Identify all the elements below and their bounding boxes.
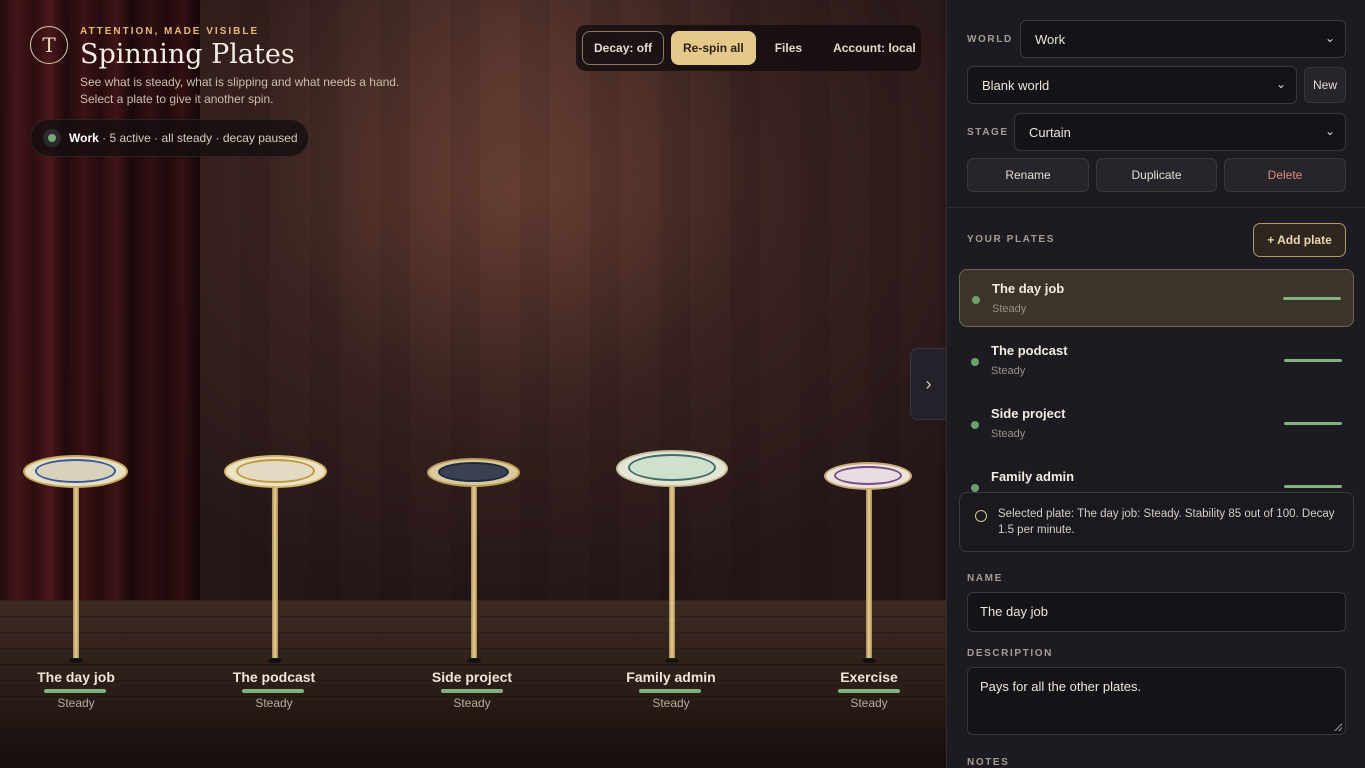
delete-button[interactable]: Delete [1224, 158, 1346, 192]
stage-plate-status: Steady [57, 696, 95, 710]
plate-list-item-day-job[interactable]: The day job Steady [959, 269, 1354, 327]
files-button[interactable]: Files [763, 31, 814, 65]
info-ring-icon [975, 510, 987, 522]
name-label: NAME [967, 573, 1003, 584]
plate-list-status: Steady [992, 303, 1027, 315]
side-panel: WORLD Work ⌄ Blank world ⌄ New STAGE Cur… [946, 0, 1365, 768]
stage-plate-label: Side project [431, 669, 513, 685]
plate-inner [438, 462, 509, 482]
plate-stick-base [268, 658, 282, 663]
decay-toggle-button[interactable]: Decay: off [582, 31, 665, 65]
status-dot-icon [971, 358, 979, 366]
stage-toolbar: Decay: off Re-spin all Files Account: lo… [576, 25, 921, 71]
brand-kicker: ATTENTION, MADE VISIBLE [80, 26, 260, 37]
selected-plate-info: Selected plate: The day job: Steady. Sta… [959, 492, 1354, 552]
tagline-line-1: See what is steady, what is slipping and… [80, 75, 400, 89]
stage-plate-label: Family admin [626, 669, 716, 685]
plate-stick-base [467, 658, 481, 663]
account-button[interactable]: Account: local [821, 31, 928, 65]
chevron-down-icon: ⌄ [1324, 31, 1335, 45]
plate-inner [628, 454, 716, 481]
stage-plate-stability-bar [242, 689, 304, 693]
template-select-value: Blank world [982, 77, 1050, 93]
chevron-down-icon: ⌄ [1324, 124, 1335, 138]
plate-description-textarea[interactable]: Pays for all the other plates. [967, 667, 1346, 735]
chevron-down-icon: ⌄ [1275, 77, 1286, 91]
world-status-pill: Work · 5 active · all steady · decay pau… [30, 119, 309, 157]
plate-list-item-podcast[interactable]: The podcast Steady [959, 332, 1354, 390]
status-dot-icon [971, 484, 979, 492]
plate-stick [669, 486, 675, 660]
plate-inner [35, 459, 116, 483]
plate-list-status: Steady [991, 365, 1026, 377]
stage-plate-stability-bar [441, 689, 503, 693]
status-dot-icon [971, 421, 979, 429]
stage-plate-status: Steady [453, 696, 491, 710]
plate-list-name: Side project [991, 406, 1066, 421]
plate-inner [834, 466, 902, 485]
status-dot-icon [43, 129, 61, 147]
stage-plate-label: Exercise [840, 669, 898, 685]
plate-list-stability-bar [1284, 485, 1342, 488]
status-world: Work [69, 131, 99, 145]
respin-all-button[interactable]: Re-spin all [671, 31, 756, 65]
plate-list-name: The day job [992, 281, 1065, 296]
plate-stick [73, 487, 79, 660]
app-title: Spinning Plates [80, 39, 295, 70]
brand: T ATTENTION, MADE VISIBLE Spinning Plate… [30, 26, 295, 70]
world-label: WORLD [967, 34, 1013, 45]
stage-plate-stability-bar [838, 689, 900, 693]
rename-button[interactable]: Rename [967, 158, 1089, 192]
template-select[interactable]: Blank world ⌄ [967, 66, 1297, 104]
plate-stick-base [862, 658, 876, 663]
chevron-right-icon: › [925, 373, 932, 394]
tagline-line-2: Select a plate to give it another spin. [80, 92, 274, 106]
plate-name-input[interactable]: The day job [967, 592, 1346, 632]
plate-stick [272, 487, 278, 660]
plate-stick [471, 486, 477, 660]
stage-plate-label: The day job [37, 669, 115, 685]
status-summary: · 5 active · all steady · decay paused [98, 131, 298, 145]
duplicate-button[interactable]: Duplicate [1096, 158, 1217, 192]
stage-plate-status: Steady [850, 696, 888, 710]
world-select-value: Work [1035, 31, 1066, 47]
stage-plate-label: The podcast [232, 669, 316, 685]
your-plates-label: YOUR PLATES [967, 234, 1055, 245]
tagline: See what is steady, what is slipping and… [80, 74, 440, 108]
plate-stick [866, 489, 872, 660]
plate-list-stability-bar [1284, 422, 1342, 425]
plate-list-stability-bar [1284, 359, 1342, 362]
plate-list-name: Family admin [991, 469, 1075, 484]
status-text: Work · 5 active · all steady · decay pau… [69, 131, 298, 145]
plate-list-name: The podcast [991, 343, 1068, 358]
stage: T ATTENTION, MADE VISIBLE Spinning Plate… [0, 0, 946, 768]
stage-plate-stability-bar [639, 689, 701, 693]
stage-label: STAGE [967, 127, 1009, 138]
selected-plate-info-text: Selected plate: The day job: Steady. Sta… [998, 508, 1335, 536]
plate-stick-base [665, 658, 679, 663]
plate-list-item-side-project[interactable]: Side project Steady [959, 395, 1354, 453]
plate-list-stability-bar [1283, 297, 1341, 300]
notes-label: NOTES [967, 757, 1010, 768]
plate-description-text: Pays for all the other plates. [980, 679, 1142, 694]
add-plate-button[interactable]: + Add plate [1253, 223, 1346, 257]
world-select[interactable]: Work ⌄ [1020, 20, 1346, 58]
panel-toggle-button[interactable]: › [910, 348, 946, 420]
plate-logo-icon: T [30, 26, 68, 64]
stage-plate-status: Steady [255, 696, 293, 710]
stage-select[interactable]: Curtain ⌄ [1014, 113, 1346, 151]
stage-plate-stability-bar [44, 689, 106, 693]
status-dot-icon [972, 296, 980, 304]
plate-list-status: Steady [991, 428, 1026, 440]
plate-stick-base [69, 658, 83, 663]
stage-plate-status: Steady [652, 696, 690, 710]
panel-divider [947, 207, 1365, 208]
stage-select-value: Curtain [1029, 124, 1071, 140]
new-world-button[interactable]: New [1304, 67, 1346, 103]
plate-inner [236, 459, 315, 483]
resize-grip-icon[interactable] [1334, 723, 1342, 731]
description-label: DESCRIPTION [967, 648, 1053, 659]
plate-list-item-family-admin[interactable]: Family admin [959, 458, 1354, 492]
